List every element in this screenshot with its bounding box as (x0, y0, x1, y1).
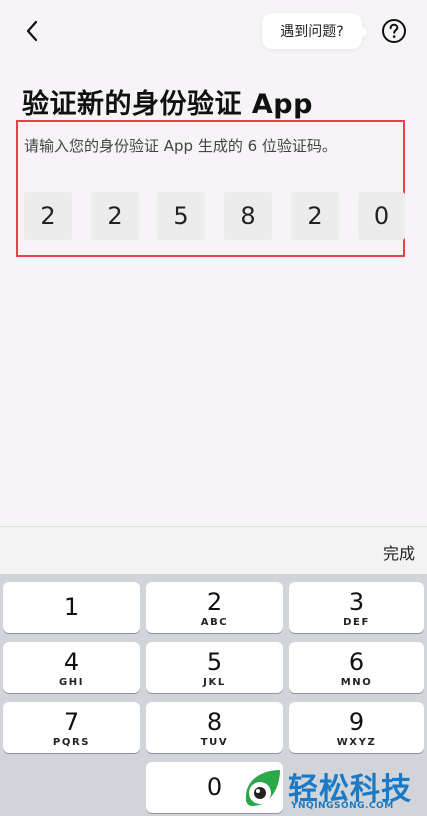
key-letters: TUV (200, 737, 229, 748)
key-1[interactable]: 1 (3, 582, 140, 633)
key-letters: JKL (203, 677, 226, 688)
code-digit: 8 (240, 202, 256, 230)
code-digit-box[interactable]: 8 (224, 192, 272, 240)
key-7[interactable]: 7 PQRS (3, 702, 140, 753)
key-digit: 4 (63, 648, 80, 676)
keyboard-toolbar: 完成 (0, 526, 427, 575)
code-digit-box[interactable]: 2 (24, 192, 72, 240)
code-digit-box[interactable]: 2 (291, 192, 339, 240)
code-digit: 2 (307, 202, 323, 230)
watermark-url: YNQINGSONG.COM (291, 801, 394, 811)
page-title: 验证新的身份验证 App (22, 89, 313, 120)
code-digit-box[interactable]: 5 (157, 192, 205, 240)
key-digit: 2 (206, 588, 223, 616)
code-digit: 2 (40, 202, 56, 230)
verification-code-input[interactable]: 2 2 5 8 2 0 (24, 192, 424, 242)
code-digit: 5 (173, 202, 189, 230)
key-letters: MNO (340, 677, 373, 688)
top-bar: 遇到问题? (0, 0, 427, 64)
key-digit: 6 (348, 648, 365, 676)
key-digit: 7 (63, 708, 80, 736)
key-8[interactable]: 8 TUV (146, 702, 283, 753)
key-9[interactable]: 9 WXYZ (289, 702, 424, 753)
key-letters: DEF (343, 617, 370, 628)
key-digit: 8 (206, 708, 223, 736)
leaf-logo-icon (246, 770, 280, 806)
help-tooltip-label: 遇到问题? (280, 24, 344, 40)
key-6[interactable]: 6 MNO (289, 642, 424, 693)
key-letters: ABC (200, 617, 229, 628)
key-digit: 5 (206, 648, 223, 676)
code-digit-box[interactable]: 2 (91, 192, 139, 240)
chevron-left-icon (26, 20, 38, 42)
key-letters: GHI (58, 677, 85, 688)
back-button[interactable] (18, 16, 46, 46)
key-digit: 1 (63, 593, 80, 621)
help-tooltip[interactable]: 遇到问题? (262, 13, 368, 49)
key-4[interactable]: 4 GHI (3, 642, 140, 693)
key-5[interactable]: 5 JKL (146, 642, 283, 693)
key-3[interactable]: 3 DEF (289, 582, 424, 633)
key-2[interactable]: 2 ABC (146, 582, 283, 633)
key-letters: PQRS (52, 737, 91, 748)
done-button[interactable]: 完成 (383, 540, 415, 564)
watermark-logo: 轻松科技 YNQINGSONG.COM (236, 762, 427, 816)
help-button[interactable] (381, 18, 407, 44)
code-digit: 2 (107, 202, 123, 230)
instruction-text: 请输入您的身份验证 App 生成的 6 位验证码。 (24, 137, 337, 155)
code-digit: 0 (373, 202, 390, 230)
key-digit: 9 (348, 708, 365, 736)
question-circle-icon (382, 19, 406, 43)
key-digit: 3 (348, 588, 365, 616)
key-letters: WXYZ (336, 737, 377, 748)
code-digit-box[interactable]: 0 (358, 192, 405, 240)
